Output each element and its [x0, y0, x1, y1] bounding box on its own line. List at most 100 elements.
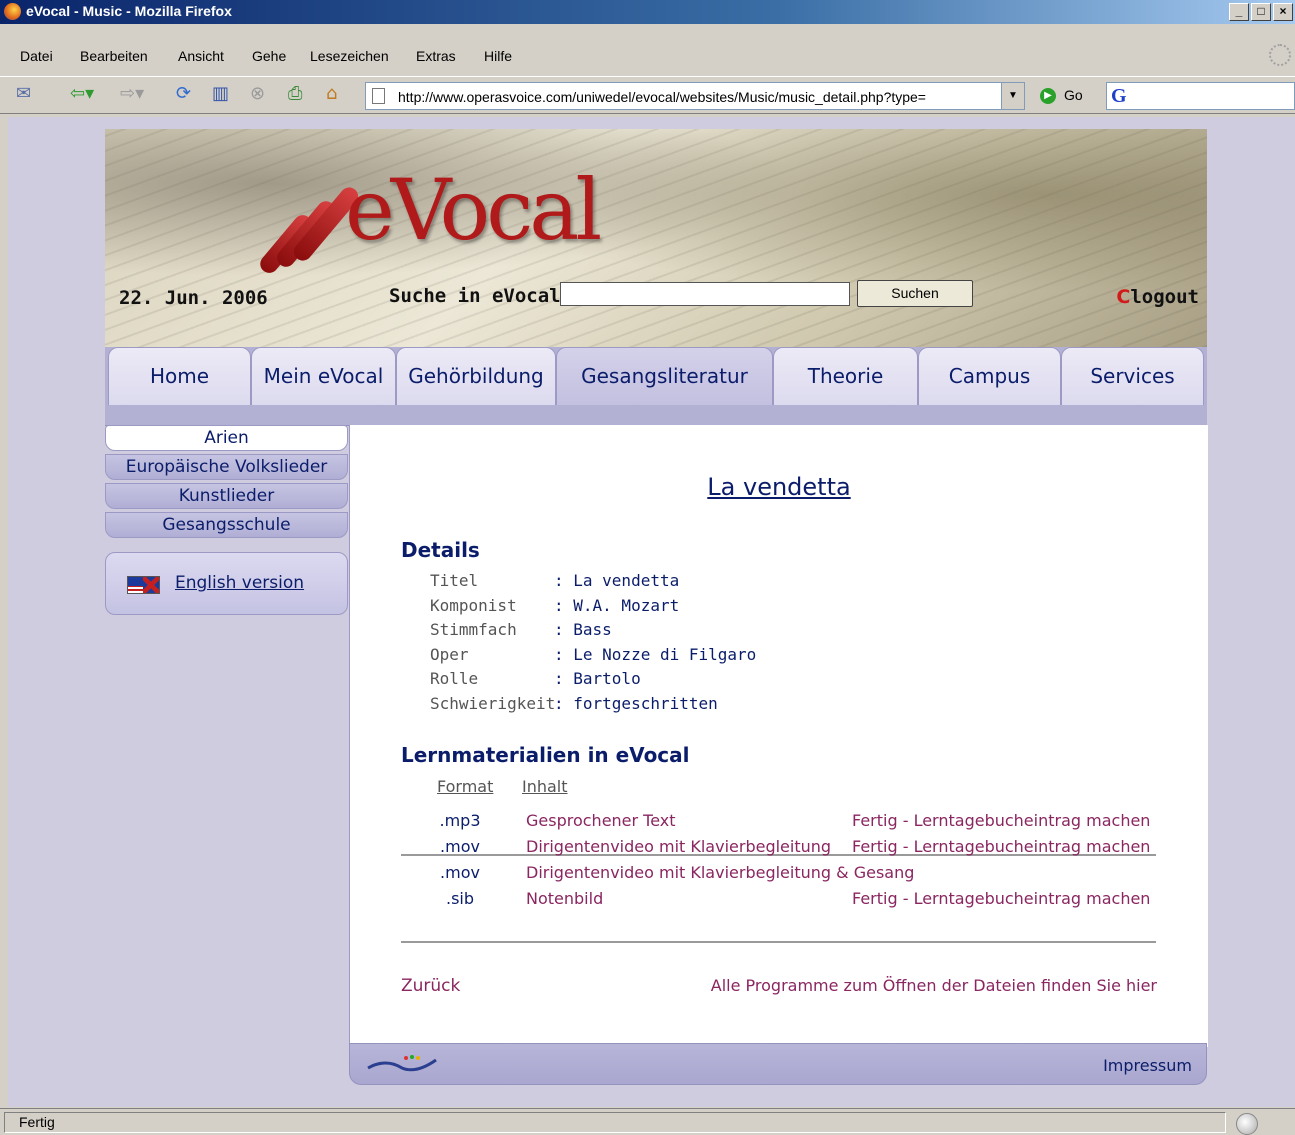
sidebar-item-volkslieder[interactable]: Europäische Volkslieder: [105, 454, 348, 480]
menu-extras[interactable]: Extras: [416, 48, 456, 64]
material-row: .mov Dirigentenvideo mit Klavierbegleitu…: [350, 863, 1208, 889]
detail-key: Rolle: [430, 669, 479, 688]
materials-heading: Lernmaterialien in eVocal: [401, 743, 690, 767]
url-dropdown-icon[interactable]: ▼: [1001, 83, 1024, 109]
tab-gehoerbildung[interactable]: Gehörbildung: [396, 347, 556, 405]
firefox-icon: [4, 3, 21, 20]
detail-key: Komponist: [430, 595, 517, 615]
detail-key: Schwierigkeit: [430, 693, 556, 713]
print-icon[interactable]: ⎙: [288, 83, 302, 105]
material-format: .sib: [445, 889, 475, 908]
sidebar-item-arien[interactable]: Arien: [105, 425, 348, 451]
footer-logo-icon: [367, 1055, 437, 1072]
title-bar: eVocal - Music - Mozilla Firefox _ □ ×: [0, 0, 1295, 24]
status-bar: Fertig: [0, 1108, 1295, 1135]
sidebar-item-kunstlieder[interactable]: Kunstlieder: [105, 483, 348, 509]
url-text[interactable]: http://www.operasvoice.com/uniwedel/evoc…: [398, 89, 990, 105]
sidebar-item-gesangsschule[interactable]: Gesangsschule: [105, 512, 348, 538]
menu-datei[interactable]: Datei: [20, 48, 53, 64]
tab-mein-evocal[interactable]: Mein eVocal: [251, 347, 396, 405]
reload-icon[interactable]: ⟳: [176, 83, 191, 105]
logout-link[interactable]: Clogout: [1116, 286, 1199, 308]
programs-link[interactable]: Alle Programme zum Öffnen der Dateien fi…: [711, 976, 1157, 995]
detail-value: : Bartolo: [554, 669, 641, 688]
tab-home[interactable]: Home: [108, 347, 251, 405]
tab-services[interactable]: Services: [1061, 347, 1204, 405]
main-tabs: Home Mein eVocal Gehörbildung Gesangslit…: [105, 347, 1207, 405]
search-label: Suche in eVocal: [389, 285, 561, 307]
tab-gesangsliteratur[interactable]: Gesangsliteratur: [556, 347, 773, 405]
home-icon[interactable]: ⌂: [326, 83, 337, 105]
menu-bar: Datei Bearbeiten Ansicht Gehe Lesezeiche…: [0, 44, 1295, 68]
english-version-link[interactable]: English version: [175, 573, 304, 593]
main-content: La vendetta Details Titel : La vendetta K…: [349, 425, 1208, 1047]
language-box: English version: [105, 552, 348, 615]
browser-window: eVocal - Music - Mozilla Firefox _ □ × D…: [0, 0, 1295, 1135]
material-format: .mp3: [439, 811, 481, 830]
site-search-input[interactable]: [560, 282, 850, 306]
bookmarks-icon[interactable]: ▥: [212, 83, 229, 105]
detail-value: : fortgeschritten: [554, 693, 718, 713]
col-format-header: Format: [437, 777, 494, 796]
back-link[interactable]: Zurück: [401, 976, 460, 996]
material-format: .mov: [440, 863, 480, 882]
material-inhalt-link[interactable]: Dirigentenvideo mit Klavierbegleitung & …: [526, 863, 914, 882]
site-logo[interactable]: eVocal: [345, 161, 602, 259]
address-bar[interactable]: http://www.operasvoice.com/uniwedel/evoc…: [365, 82, 1025, 110]
detail-key: Titel: [430, 571, 479, 590]
menu-lesezeichen[interactable]: Lesezeichen: [310, 48, 389, 64]
impressum-link[interactable]: Impressum: [1103, 1056, 1192, 1075]
menu-hilfe[interactable]: Hilfe: [484, 48, 512, 64]
tab-strip: [105, 405, 1207, 426]
material-inhalt-link[interactable]: Gesprochener Text: [526, 811, 676, 830]
material-row: .mov Dirigentenvideo mit Klavierbegleitu…: [350, 837, 1208, 863]
material-row: .sib Notenbild Fertig - Lerntagebucheint…: [350, 889, 1208, 915]
detail-value: : La vendetta: [554, 571, 680, 590]
material-status-link[interactable]: Fertig - Lerntagebucheintrag machen: [852, 811, 1150, 830]
material-status-link[interactable]: Fertig - Lerntagebucheintrag machen: [852, 837, 1150, 856]
back-icon[interactable]: ⇦▾: [70, 83, 94, 105]
search-button[interactable]: Suchen: [857, 280, 973, 307]
menu-ansicht[interactable]: Ansicht: [178, 48, 224, 64]
material-status-link[interactable]: Fertig - Lerntagebucheintrag machen: [852, 889, 1150, 908]
window-title: eVocal - Music - Mozilla Firefox: [26, 3, 232, 19]
page-icon: [372, 88, 385, 104]
material-format: .mov: [440, 837, 480, 856]
mail-icon[interactable]: ✉: [16, 83, 31, 105]
forward-icon[interactable]: ⇨▾: [120, 83, 144, 105]
material-inhalt-link[interactable]: Dirigentenvideo mit Klavierbegleitung: [526, 837, 831, 856]
tab-campus[interactable]: Campus: [918, 347, 1061, 405]
google-icon: G: [1111, 85, 1127, 107]
logout-c-icon: C: [1116, 286, 1131, 308]
maximize-button[interactable]: □: [1251, 3, 1271, 21]
song-title[interactable]: La vendetta: [350, 473, 1208, 501]
sidebar: Arien Europäische Volkslieder Kunstliede…: [105, 425, 348, 615]
uk-us-flag-icon: [127, 576, 160, 594]
details-heading: Details: [401, 538, 480, 562]
detail-key: Stimmfach: [430, 620, 517, 639]
current-date: 22. Jun. 2006: [119, 287, 268, 309]
menu-bearbeiten[interactable]: Bearbeiten: [80, 48, 148, 64]
header-banner: eVocal 22. Jun. 2006 Suche in eVocal Suc…: [105, 129, 1207, 347]
go-arrow-icon: ▶: [1040, 88, 1056, 105]
minimize-button[interactable]: _: [1229, 3, 1249, 21]
google-search-input[interactable]: G: [1106, 82, 1295, 110]
go-button[interactable]: ▶ Go: [1040, 87, 1083, 105]
detail-value: : Le Nozze di Filgaro: [554, 644, 757, 664]
material-row: .mp3 Gesprochener Text Fertig - Lerntage…: [350, 811, 1208, 837]
navigation-toolbar: ✉ ⇦▾ ⇨▾ ⟳ ▥ ⊗ ⎙ ⌂ http://www.operasvoice…: [0, 76, 1295, 114]
status-indicator-icon: [1236, 1113, 1258, 1135]
tab-theorie[interactable]: Theorie: [773, 347, 918, 405]
detail-value: : Bass: [554, 620, 612, 639]
stop-icon[interactable]: ⊗: [250, 83, 265, 105]
close-button[interactable]: ×: [1273, 3, 1293, 21]
detail-value: : W.A. Mozart: [554, 595, 680, 615]
status-text: Fertig: [4, 1112, 1226, 1133]
col-inhalt-header: Inhalt: [522, 777, 568, 796]
throbber-icon: [1269, 44, 1291, 66]
footer: Impressum: [349, 1043, 1207, 1085]
material-inhalt-link[interactable]: Notenbild: [526, 889, 603, 908]
menu-gehe[interactable]: Gehe: [252, 48, 286, 64]
detail-key: Oper: [430, 644, 469, 664]
divider: [401, 941, 1156, 943]
